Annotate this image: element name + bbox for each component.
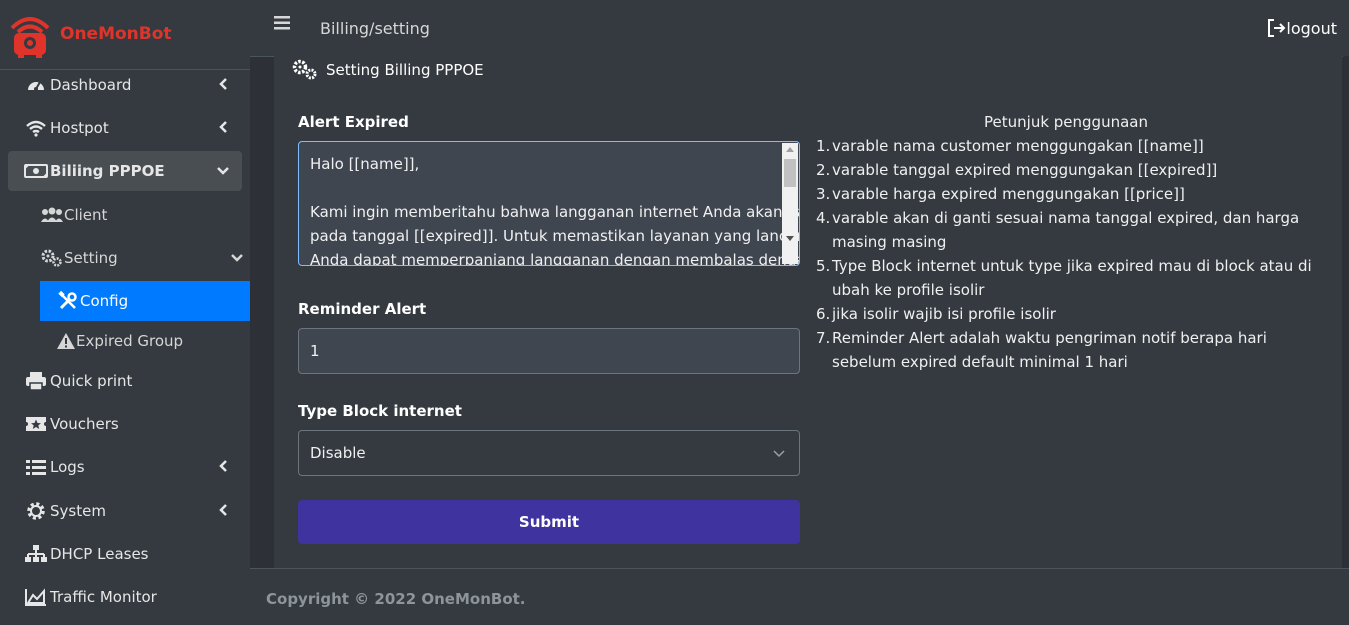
users-icon (40, 205, 64, 225)
sidebar-item-hostpot[interactable]: Hostpot (8, 108, 242, 148)
sidebar-item-expired-group[interactable]: Expired Group (40, 321, 250, 361)
card-title: Setting Billing PPPOE (290, 58, 484, 82)
guide-list: 1. varable nama customer menggungakan [[n… (816, 134, 1326, 374)
sidebar-item-label: Setting (64, 249, 118, 267)
chart-area-icon (24, 587, 48, 607)
sidebar-item-label: Traffic Monitor (50, 588, 157, 606)
logout-label: logout (1286, 18, 1337, 38)
sidebar-item-label: Biliing PPPOE (50, 162, 165, 180)
sidebar-item-label: Client (64, 206, 108, 224)
sidebar-item-label: Quick print (50, 372, 133, 390)
sidebar-item-quick-print[interactable]: Quick print (8, 361, 242, 401)
list-icon (24, 457, 48, 477)
warning-icon (56, 331, 76, 351)
sidebar: OneMonBot Dashboard Hostpot Biliing PPPO… (0, 0, 250, 625)
textarea-line (310, 176, 769, 200)
guide-item-text: varable harga expired menggungakan [[pri… (832, 185, 1185, 203)
brand[interactable]: OneMonBot (0, 0, 250, 70)
chevron-left-icon (219, 121, 227, 133)
guide-item-text: varable akan di ganti sesuai nama tangga… (832, 209, 1300, 251)
guide-item: 6. jika isolir wajib isi profile isolir (816, 302, 1326, 326)
scroll-up-icon[interactable] (786, 146, 794, 152)
sidebar-item-dhcp-leases[interactable]: DHCP Leases (8, 534, 242, 574)
sidebar-item-logs[interactable]: Logs (8, 447, 242, 487)
chevron-left-icon (219, 460, 227, 472)
ticket-icon (24, 414, 48, 434)
sidebar-item-traffic-monitor[interactable]: Traffic Monitor (8, 577, 242, 617)
printer-icon (24, 371, 48, 391)
top-navbar: Billing/setting logout (250, 0, 1349, 57)
scroll-down-icon[interactable] (786, 236, 794, 242)
guide-title: Petunjuk penggunaan (984, 113, 1148, 131)
tools-icon (56, 291, 80, 311)
guide-item: 2. varable tanggal expired menggungakan [… (816, 158, 1326, 182)
guide-item: 5. Type Block internet untuk type jika ex… (816, 254, 1326, 302)
sidebar-item-label: System (50, 502, 106, 520)
alert-expired-label: Alert Expired (298, 113, 409, 131)
copyright-text: Copyright © 2022 OneMonBot. (266, 590, 526, 608)
submit-button[interactable]: Submit (298, 500, 800, 544)
guide-item: 7. Reminder Alert adalah waktu pengriman … (816, 326, 1326, 374)
textarea-line: Anda dapat memperpanjang langganan denga… (310, 251, 800, 266)
sitemap-icon (24, 544, 48, 564)
logout-button[interactable]: logout (1266, 18, 1337, 38)
sidebar-item-config[interactable]: Config (40, 281, 250, 321)
chevron-left-icon (219, 504, 227, 516)
alert-expired-textarea[interactable]: Halo [[name]], Kami ingin memberitahu ba… (298, 141, 800, 266)
hamburger-menu-icon[interactable] (274, 16, 290, 30)
robot-logo-icon (10, 17, 50, 58)
type-block-select[interactable]: Disable (298, 430, 800, 476)
guide-item-text: jika isolir wajib isi profile isolir (832, 305, 1056, 323)
sign-out-icon (1268, 19, 1286, 37)
textarea-scrollbar[interactable] (782, 143, 798, 264)
money-bill-icon (24, 161, 48, 181)
page-scroll-gutter (1343, 56, 1349, 568)
chevron-down-icon (231, 254, 243, 262)
chevron-left-icon (219, 78, 227, 90)
sidebar-item-client[interactable]: Client (40, 195, 250, 235)
submit-label: Submit (518, 513, 580, 531)
sidebar-item-setting[interactable]: Setting (40, 238, 250, 278)
textarea-line: pada tanggal [[expired]]. Untuk memastik… (310, 227, 800, 245)
scroll-thumb[interactable] (784, 159, 796, 187)
reminder-alert-value: 1 (310, 342, 320, 360)
textarea-line: Halo [[name]], (310, 155, 420, 173)
guide-item-text: Type Block internet untuk type jika expi… (832, 257, 1312, 299)
sidebar-item-label: Expired Group (76, 332, 184, 350)
sidebar-item-label: DHCP Leases (50, 545, 149, 563)
sidebar-item-label: Hostpot (50, 119, 109, 137)
sidebar-item-system[interactable]: System (8, 491, 242, 531)
sidebar-item-vouchers[interactable]: Vouchers (8, 404, 242, 444)
sidebar-item-billing-pppoe[interactable]: Biliing PPPOE (8, 151, 242, 191)
textarea-line: Kami ingin memberitahu bahwa langganan i… (310, 203, 800, 221)
guide-item: 3. varable harga expired menggungakan [[p… (816, 182, 1326, 206)
wifi-icon (24, 118, 48, 138)
sidebar-item-dashboard[interactable]: Dashboard (8, 65, 242, 105)
type-block-label: Type Block internet (298, 402, 462, 420)
gear-icon (24, 501, 48, 521)
settings-card: Setting Billing PPPOE Alert Expired Halo… (274, 56, 1342, 568)
chevron-down-icon (217, 167, 229, 175)
card-title-text: Setting Billing PPPOE (326, 61, 484, 79)
gauge-icon (24, 75, 48, 95)
gears-icon (292, 59, 317, 80)
footer: Copyright © 2022 OneMonBot. (250, 568, 1349, 625)
sidebar-item-label: Logs (50, 458, 85, 476)
guide-item-text: varable nama customer menggungakan [[nam… (832, 137, 1204, 155)
type-block-value: Disable (310, 444, 366, 462)
guide-item: 1. varable nama customer menggungakan [[n… (816, 134, 1326, 158)
sidebar-item-label: Vouchers (50, 415, 119, 433)
reminder-alert-label: Reminder Alert (298, 300, 427, 318)
brand-name: OneMonBot (60, 24, 172, 44)
sidebar-item-label: Config (80, 292, 129, 310)
guide-item: 4. varable akan di ganti sesuai nama tang… (816, 206, 1326, 254)
breadcrumb: Billing/setting (320, 19, 430, 38)
chevron-down-icon (773, 450, 785, 458)
gears-icon (40, 248, 64, 268)
guide-item-text: varable tanggal expired menggungakan [[e… (832, 161, 1218, 179)
guide-item-text: Reminder Alert adalah waktu pengriman no… (832, 329, 1267, 371)
sidebar-item-label: Dashboard (50, 76, 132, 94)
reminder-alert-input[interactable]: 1 (298, 328, 800, 374)
